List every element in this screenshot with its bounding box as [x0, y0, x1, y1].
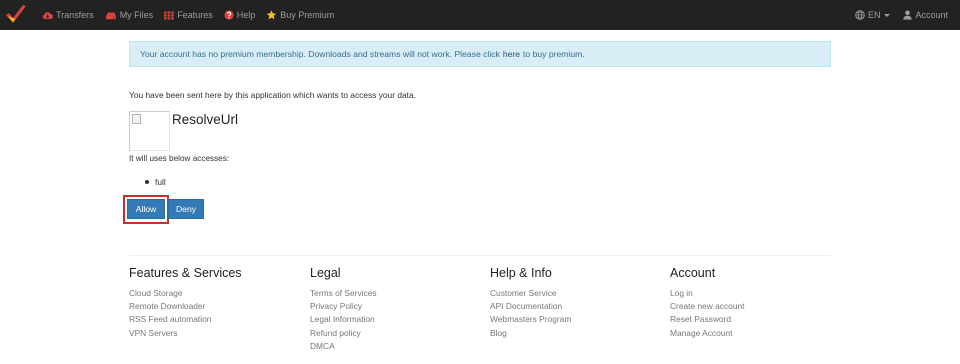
nav-my-files[interactable]: My Files	[105, 10, 154, 20]
app-logo-broken-image	[129, 111, 170, 151]
allow-button[interactable]: Allow	[127, 199, 165, 219]
footer-heading: Legal	[310, 266, 341, 280]
uses-label: It will uses below accesses:	[129, 154, 230, 163]
nav-help-label: Help	[236, 10, 256, 20]
question-circle-icon	[224, 10, 234, 20]
nav-help[interactable]: Help	[224, 10, 256, 20]
intro-text: You have been sent here by this applicat…	[129, 90, 416, 100]
nav-buy-premium-label: Buy Premium	[280, 10, 335, 20]
nav-my-files-label: My Files	[119, 10, 154, 20]
alert-text-before: Your account has no premium membership. …	[140, 49, 500, 59]
app-name: ResolveUrl	[172, 112, 239, 127]
nav-features-label: Features	[177, 10, 213, 20]
footer-column-account: Account Log in Create new account Reset …	[670, 266, 745, 340]
user-icon	[903, 10, 913, 20]
alert-text-after: to buy premium.	[523, 49, 585, 59]
language-label: EN	[867, 10, 881, 20]
footer-link[interactable]: Refund policy	[310, 327, 377, 340]
premium-alert: Your account has no premium membership. …	[129, 41, 831, 67]
footer-link[interactable]: DMCA	[310, 340, 377, 353]
footer-heading: Features & Services	[129, 266, 242, 280]
footer-link[interactable]: Terms of Services	[310, 287, 377, 300]
footer-heading: Help & Info	[490, 266, 552, 280]
grid-icon	[164, 11, 174, 19]
globe-icon	[855, 10, 865, 20]
footer-link[interactable]: Log in	[670, 287, 745, 300]
footer-link[interactable]: VPN Servers	[129, 327, 242, 340]
footer-link[interactable]: Create new account	[670, 300, 745, 313]
nav-transfers[interactable]: Transfers	[42, 10, 94, 20]
deny-button[interactable]: Deny	[168, 199, 204, 219]
nav-buy-premium[interactable]: Buy Premium	[266, 10, 334, 20]
buy-premium-link[interactable]: here	[503, 49, 520, 59]
footer-link[interactable]: Manage Account	[670, 327, 745, 340]
footer-link[interactable]: Privacy Policy	[310, 300, 377, 313]
star-icon	[266, 10, 277, 20]
access-list: full	[145, 177, 166, 187]
access-item: full	[145, 177, 166, 187]
footer-divider	[129, 255, 831, 256]
cloud-download-icon	[42, 11, 53, 19]
language-dropdown[interactable]: EN	[855, 10, 891, 20]
top-navbar: Transfers My Files Features Help Buy Pre…	[0, 0, 960, 30]
nav-transfers-label: Transfers	[56, 10, 94, 20]
footer-link[interactable]: Reset Password	[670, 313, 745, 326]
logo-icon[interactable]	[4, 3, 28, 27]
app-info: ResolveUrl	[129, 111, 238, 151]
footer-link[interactable]: Customer Service	[490, 287, 571, 300]
footer-link[interactable]: API Documentation	[490, 300, 571, 313]
footer-column-legal: Legal Terms of Services Privacy Policy L…	[310, 266, 377, 353]
nav-features[interactable]: Features	[164, 10, 213, 20]
footer-heading: Account	[670, 266, 716, 280]
chevron-down-icon	[884, 13, 891, 17]
footer-column-features: Features & Services Cloud Storage Remote…	[129, 266, 242, 340]
footer-link[interactable]: Remote Downloader	[129, 300, 242, 313]
footer-column-help: Help & Info Customer Service API Documen…	[490, 266, 571, 340]
hdd-icon	[105, 12, 116, 19]
footer-link[interactable]: Blog	[490, 327, 571, 340]
footer-link[interactable]: Cloud Storage	[129, 287, 242, 300]
footer-link[interactable]: Legal Information	[310, 313, 377, 326]
account-menu[interactable]: Account	[903, 10, 948, 20]
footer-link[interactable]: RSS Feed automation	[129, 313, 242, 326]
footer-link[interactable]: Webmasters Program	[490, 313, 571, 326]
broken-image-icon	[132, 114, 141, 124]
account-label: Account	[915, 10, 948, 20]
